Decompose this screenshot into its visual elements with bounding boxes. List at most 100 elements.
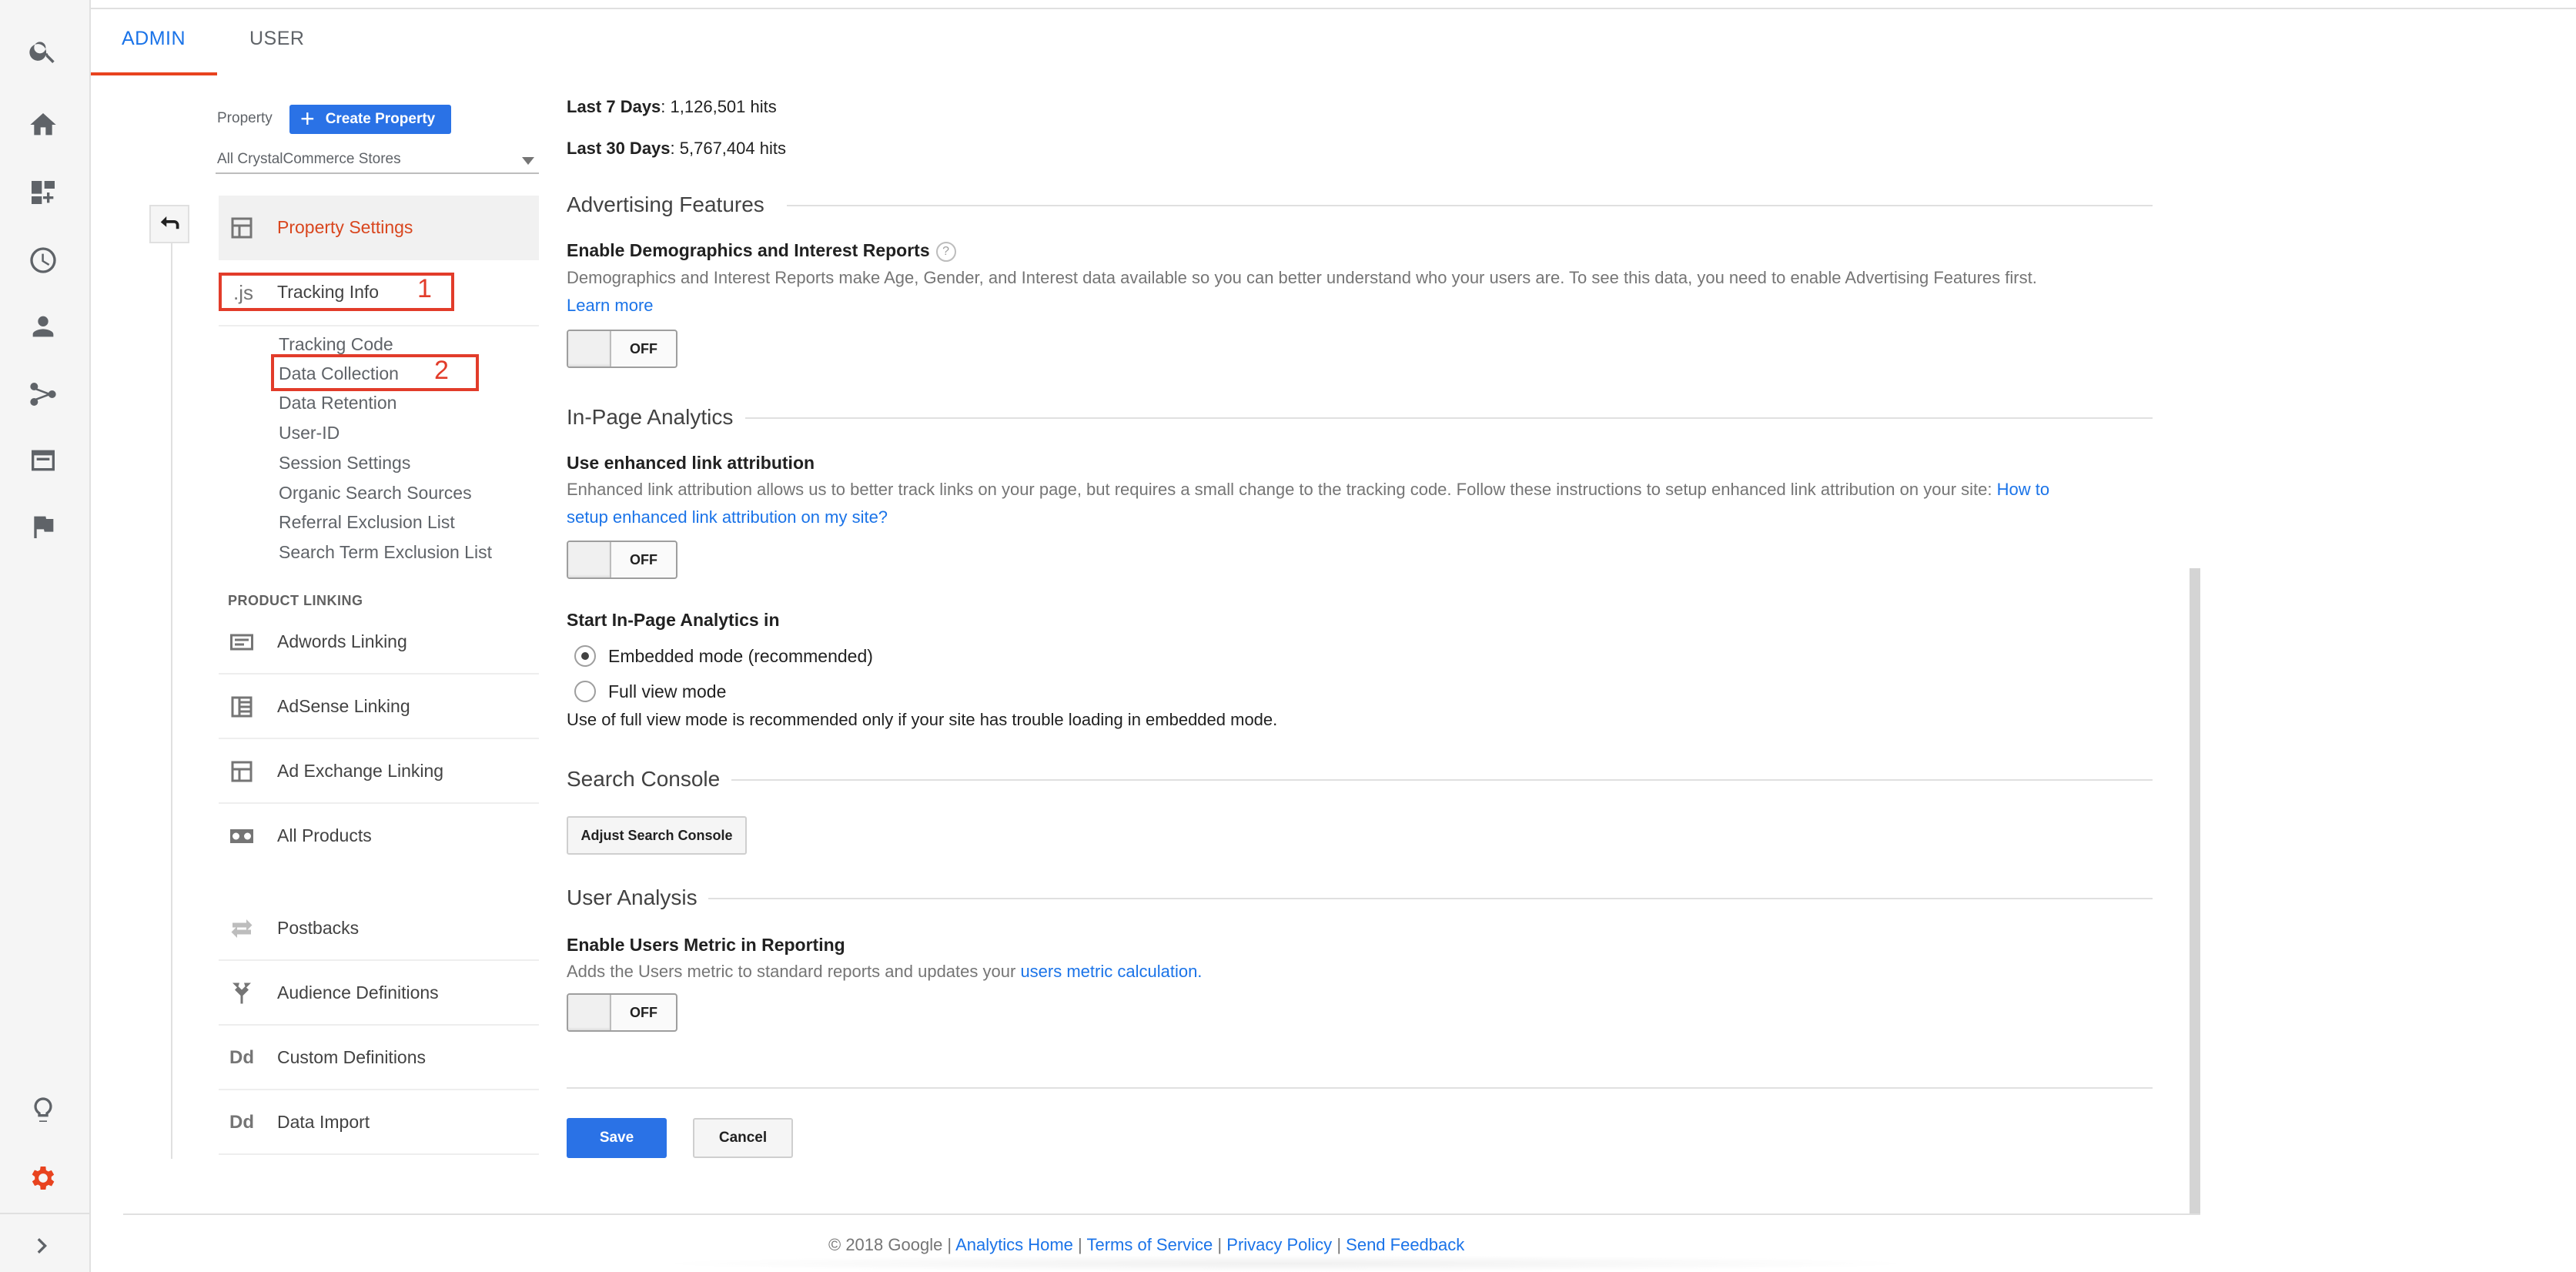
full-view-note: Use of full view mode is recommended onl… xyxy=(567,710,1278,729)
last-30-days-label: Last 30 Days xyxy=(567,139,671,158)
user-analysis-heading: User Analysis xyxy=(567,885,698,909)
sub-item-user-id[interactable]: User-ID xyxy=(279,423,340,444)
adjust-search-console-button[interactable]: Adjust Search Console xyxy=(567,816,747,855)
demographics-description: Demographics and Interest Reports make A… xyxy=(567,264,2153,320)
create-property-button[interactable]: + Create Property xyxy=(289,105,451,134)
nav-property-settings[interactable]: Property Settings xyxy=(219,196,539,260)
top-divider xyxy=(0,8,2576,9)
arrow-back-icon xyxy=(160,216,179,229)
help-icon[interactable]: ? xyxy=(935,241,956,262)
last-7-days-stat: Last 7 Days: 1,126,501 hits xyxy=(567,97,777,117)
nav-postbacks-label: Postbacks xyxy=(277,918,360,938)
nav-vertical-line xyxy=(171,235,172,1159)
back-button[interactable] xyxy=(149,205,189,243)
toggle-knob xyxy=(568,995,611,1030)
footer-analytics-home-link[interactable]: Analytics Home xyxy=(955,1235,1073,1254)
scrollbar[interactable] xyxy=(2190,568,2200,1213)
section-rule xyxy=(787,205,2153,206)
users-metric-toggle[interactable]: OFF xyxy=(567,993,677,1032)
clock-icon[interactable] xyxy=(26,243,60,277)
how-to-link[interactable]: How to xyxy=(1997,480,2049,499)
tab-admin[interactable]: ADMIN xyxy=(122,28,186,50)
enhanced-link-title: Use enhanced link attribution xyxy=(567,453,815,473)
plus-icon: + xyxy=(300,105,315,132)
footer-feedback-link[interactable]: Send Feedback xyxy=(1346,1235,1464,1254)
demographics-toggle[interactable]: OFF xyxy=(567,330,677,368)
home-icon[interactable] xyxy=(26,108,60,142)
sub-item-data-retention[interactable]: Data Retention xyxy=(279,393,396,413)
postbacks-icon xyxy=(226,913,257,944)
caret-down-icon xyxy=(522,157,534,165)
toggle-state: OFF xyxy=(630,341,657,356)
last-7-days-value: : 1,126,501 hits xyxy=(661,97,777,116)
learn-more-link[interactable]: Learn more xyxy=(567,296,654,315)
footer-terms-link[interactable]: Terms of Service xyxy=(1086,1235,1213,1254)
sub-item-referral-exclusion-list[interactable]: Referral Exclusion List xyxy=(279,512,455,533)
dashboard-icon[interactable] xyxy=(26,176,60,209)
cancel-button[interactable]: Cancel xyxy=(693,1118,793,1158)
sub-item-search-term-exclusion-list[interactable]: Search Term Exclusion List xyxy=(279,542,492,563)
nav-adsense-linking[interactable]: AdSense Linking xyxy=(219,674,539,739)
footer-divider xyxy=(123,1213,2200,1215)
nav-custom-definitions[interactable]: Dd Custom Definitions xyxy=(219,1026,539,1090)
product-linking-header: PRODUCT LINKING xyxy=(228,593,363,608)
enhanced-link-description-text: Enhanced link attribution allows us to b… xyxy=(567,480,1992,499)
ad-exchange-icon xyxy=(226,756,257,787)
nav-divider xyxy=(219,325,539,326)
all-products-icon xyxy=(226,821,257,852)
footer-shadow xyxy=(647,1255,1925,1272)
annotation-number-1: 1 xyxy=(417,274,432,303)
nav-audience-definitions[interactable]: Audience Definitions xyxy=(219,961,539,1026)
nav-data-import[interactable]: Dd Data Import xyxy=(219,1090,539,1155)
nav-ad-exchange-linking[interactable]: Ad Exchange Linking xyxy=(219,739,539,804)
how-to-link-continued[interactable]: setup enhanced link attribution on my si… xyxy=(567,507,888,527)
last-30-days-stat: Last 30 Days: 5,767,404 hits xyxy=(567,139,786,159)
section-rule xyxy=(745,417,2153,419)
nav-postbacks[interactable]: Postbacks xyxy=(219,896,539,961)
person-icon[interactable] xyxy=(26,310,60,343)
create-property-label: Create Property xyxy=(325,111,436,127)
gear-icon[interactable] xyxy=(26,1161,60,1195)
users-metric-description: Adds the Users metric to standard report… xyxy=(567,958,2153,986)
users-metric-description-text: Adds the Users metric to standard report… xyxy=(567,962,1016,981)
adwords-icon xyxy=(226,627,257,658)
nav-ad-exchange-linking-label: Ad Exchange Linking xyxy=(277,761,444,781)
in-page-analytics-heading: In-Page Analytics xyxy=(567,405,734,429)
last-30-days-value: : 5,767,404 hits xyxy=(670,139,786,158)
advertising-features-heading: Advertising Features xyxy=(567,192,764,216)
toggle-state: OFF xyxy=(630,552,657,567)
lightbulb-icon[interactable] xyxy=(26,1093,60,1127)
custom-definitions-icon: Dd xyxy=(229,1047,254,1068)
toggle-knob xyxy=(568,542,611,577)
search-icon[interactable] xyxy=(26,34,60,68)
users-metric-title: Enable Users Metric in Reporting xyxy=(567,935,845,955)
radio-button-checked[interactable] xyxy=(574,645,596,667)
behavior-icon[interactable] xyxy=(26,444,60,477)
property-select-value: All CrystalCommerce Stores xyxy=(217,151,401,167)
property-select[interactable]: All CrystalCommerce Stores xyxy=(216,148,539,174)
tab-user[interactable]: USER xyxy=(249,28,304,50)
demographics-title-text: Enable Demographics and Interest Reports xyxy=(567,240,930,260)
radio-button[interactable] xyxy=(574,681,596,702)
footer-privacy-link[interactable]: Privacy Policy xyxy=(1226,1235,1332,1254)
demographics-title: Enable Demographics and Interest Reports… xyxy=(567,240,956,262)
sub-item-organic-search-sources[interactable]: Organic Search Sources xyxy=(279,483,472,504)
demographics-description-text: Demographics and Interest Reports make A… xyxy=(567,268,2037,287)
footer-separator: | xyxy=(1078,1235,1082,1254)
nav-adwords-linking[interactable]: Adwords Linking xyxy=(219,610,539,674)
sub-item-tracking-code[interactable]: Tracking Code xyxy=(279,334,393,355)
nav-all-products[interactable]: All Products xyxy=(219,804,539,869)
users-metric-link[interactable]: users metric calculation. xyxy=(1020,962,1202,981)
footer-copyright: © 2018 Google | xyxy=(828,1235,952,1254)
property-label: Property xyxy=(217,110,273,126)
toggle-state: OFF xyxy=(630,1005,657,1020)
sub-item-session-settings[interactable]: Session Settings xyxy=(279,453,410,474)
audience-icon xyxy=(226,978,257,1009)
last-7-days-label: Last 7 Days xyxy=(567,97,661,116)
chevron-right-icon[interactable] xyxy=(26,1229,60,1263)
acquisition-icon[interactable] xyxy=(26,377,60,411)
save-button[interactable]: Save xyxy=(567,1118,667,1158)
flag-icon[interactable] xyxy=(26,510,60,544)
data-import-icon: Dd xyxy=(229,1112,254,1133)
enhanced-link-toggle[interactable]: OFF xyxy=(567,541,677,579)
